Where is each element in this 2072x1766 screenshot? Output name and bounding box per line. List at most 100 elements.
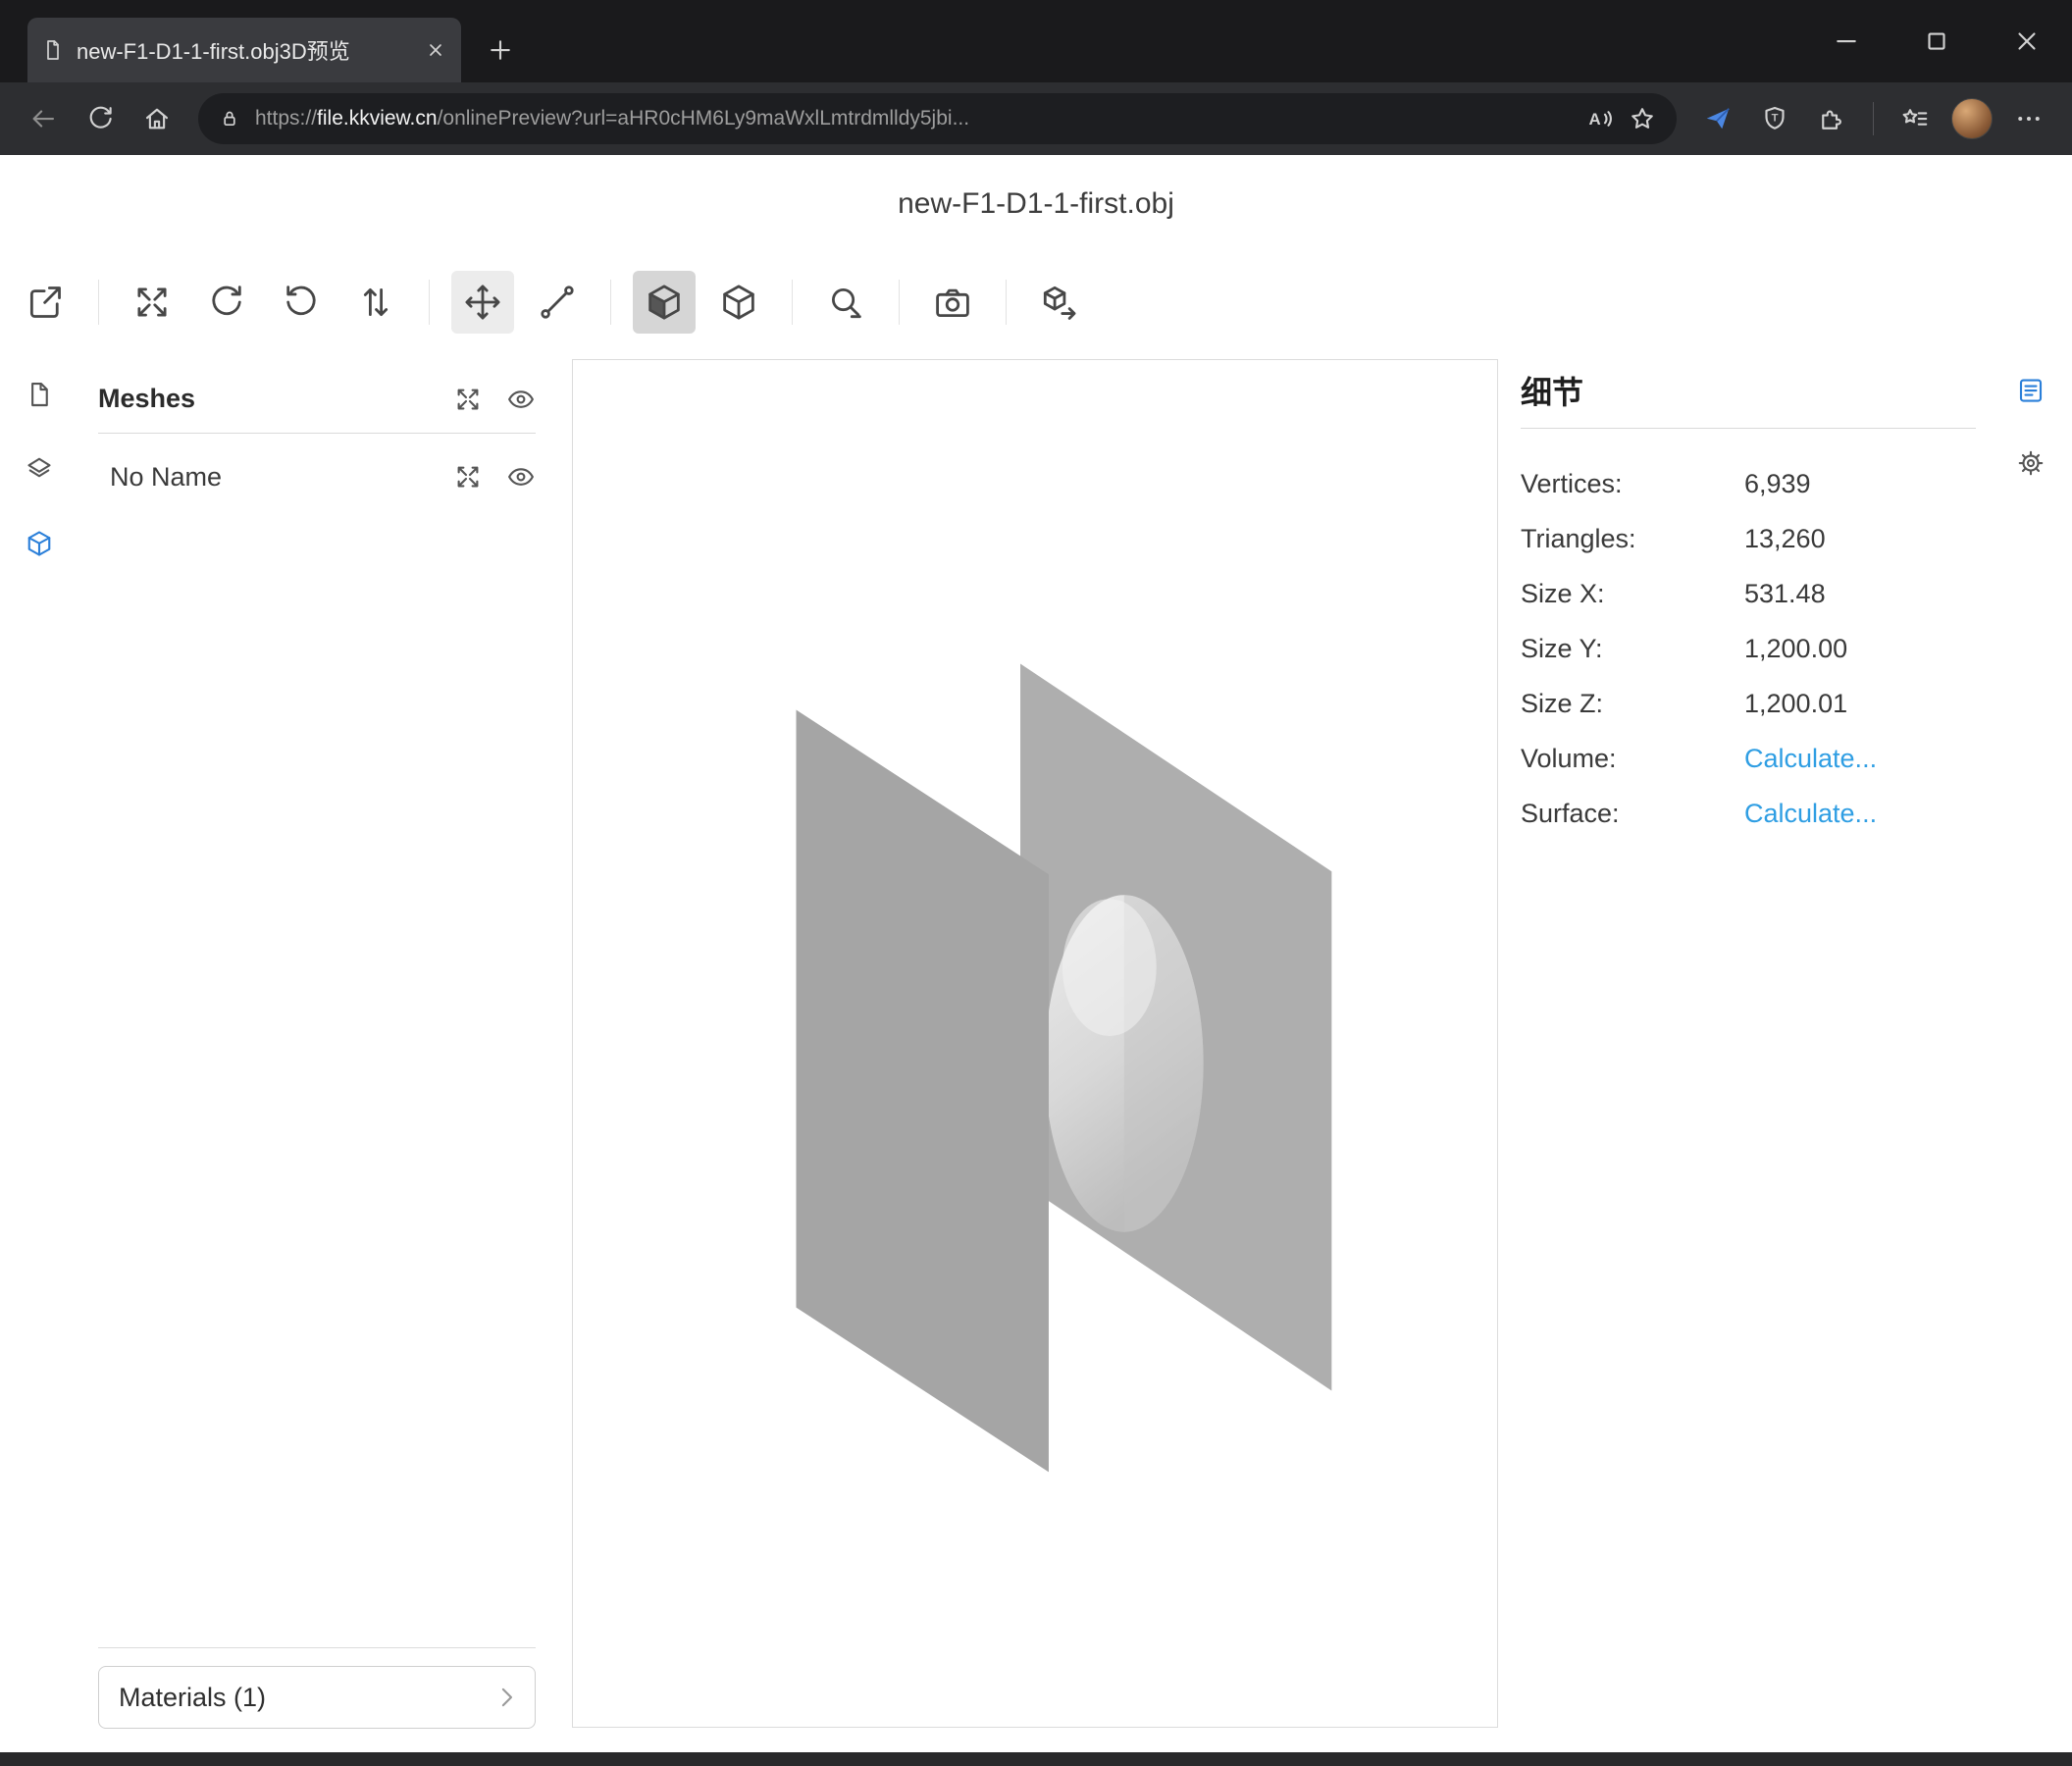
fit-all-icon[interactable] [453, 385, 483, 414]
materials-divider [98, 1647, 536, 1648]
visibility-all-icon[interactable] [506, 385, 536, 414]
flip-vertical-button[interactable] [344, 271, 407, 334]
model-viewport[interactable] [572, 359, 1498, 1728]
browser-titlebar: new-F1-D1-1-first.obj3D预览 [0, 0, 2072, 82]
extension-blue-button[interactable] [1692, 93, 1743, 144]
camera-icon [932, 282, 973, 323]
zoom-tool-button[interactable] [814, 271, 877, 334]
read-aloud-icon[interactable]: A [1584, 104, 1614, 133]
window-minimize-button[interactable] [1801, 0, 1891, 82]
refresh-button[interactable] [75, 93, 126, 144]
details-list-tab[interactable] [2005, 365, 2056, 416]
detail-value: 531.48 [1744, 579, 1826, 609]
tampermonkey-button[interactable]: T [1749, 93, 1800, 144]
calculate-surface-link[interactable]: Calculate... [1744, 799, 1877, 829]
viewer-toolbar [0, 253, 2072, 351]
minimize-icon [1832, 26, 1861, 56]
shaded-view-button[interactable] [633, 271, 696, 334]
export-model-button[interactable] [1028, 271, 1091, 334]
favorite-star-icon[interactable] [1628, 104, 1657, 133]
export-cube-icon [1039, 282, 1080, 323]
visibility-mesh-icon[interactable] [506, 462, 536, 492]
more-menu-icon [2014, 104, 2044, 133]
meshes-header: Meshes [98, 384, 195, 414]
model-tab[interactable] [12, 516, 67, 571]
cylinder-highlight [1062, 899, 1157, 1036]
fit-view-button[interactable] [121, 271, 183, 334]
detail-row-size-y: Size Y: 1,200.00 [1521, 621, 1976, 676]
magnifier-icon [825, 282, 866, 323]
detail-label: Triangles: [1521, 524, 1744, 554]
window-close-button[interactable] [1982, 0, 2072, 82]
back-icon [28, 104, 58, 133]
tampermonkey-shield-icon: T [1760, 104, 1789, 133]
detail-label: Volume: [1521, 744, 1744, 774]
materials-button-label: Materials (1) [119, 1683, 266, 1713]
rotate-right-button[interactable] [270, 271, 333, 334]
home-button[interactable] [131, 93, 182, 144]
move-tool-button[interactable] [451, 271, 514, 334]
browser-navbar: https://file.kkview.cn/onlinePreview?url… [0, 82, 2072, 155]
left-tab-strip [0, 351, 78, 571]
address-bar[interactable]: https://file.kkview.cn/onlinePreview?url… [198, 93, 1677, 144]
profile-button[interactable] [1946, 93, 1997, 144]
measure-line-icon [537, 282, 578, 323]
detail-row-triangles: Triangles: 13,260 [1521, 511, 1976, 566]
screenshot-button[interactable] [921, 271, 984, 334]
rotate-right-icon [281, 282, 322, 323]
extensions-button[interactable] [1806, 93, 1857, 144]
fit-mesh-icon[interactable] [453, 462, 483, 492]
details-header: 细节 [1521, 373, 1976, 429]
detail-value: 1,200.01 [1744, 689, 1847, 719]
favorites-hub-button[interactable] [1890, 93, 1941, 144]
detail-row-volume: Volume: Calculate... [1521, 731, 1976, 786]
calculate-volume-link[interactable]: Calculate... [1744, 744, 1877, 774]
file-info-tab[interactable] [12, 367, 67, 422]
bottom-bar [0, 1752, 2072, 1766]
svg-text:T: T [1772, 112, 1779, 124]
materials-tab[interactable] [12, 442, 67, 496]
meshes-header-row: Meshes [98, 365, 536, 434]
details-rows: Vertices: 6,939 Triangles: 13,260 Size X… [1521, 456, 1976, 841]
detail-label: Size Y: [1521, 634, 1744, 664]
browser-window: new-F1-D1-1-first.obj3D预览 [0, 0, 2072, 1766]
detail-value: 1,200.00 [1744, 634, 1847, 664]
url-text: https://file.kkview.cn/onlinePreview?url… [255, 107, 1571, 130]
detail-label: Size X: [1521, 579, 1744, 609]
avatar [1951, 98, 1993, 139]
mesh-list-item[interactable]: No Name [110, 451, 536, 502]
toolbar-separator [899, 280, 900, 325]
tab-close-icon[interactable] [424, 38, 447, 62]
materials-button[interactable]: Materials (1) [98, 1666, 536, 1729]
browser-tab[interactable]: new-F1-D1-1-first.obj3D预览 [27, 18, 461, 82]
open-model-button[interactable] [14, 271, 77, 334]
details-list-icon [2016, 376, 2046, 405]
meshes-panel: Meshes No Name Materials [78, 351, 555, 1752]
chevron-right-icon [492, 1683, 521, 1712]
rotate-left-button[interactable] [195, 271, 258, 334]
materials-section: Materials (1) [98, 1647, 536, 1729]
detail-value: 6,939 [1744, 469, 1811, 499]
detail-row-size-z: Size Z: 1,200.01 [1521, 676, 1976, 731]
detail-label: Surface: [1521, 799, 1744, 829]
plane-left [797, 709, 1049, 1472]
wireframe-cube-icon [718, 282, 759, 323]
tab-title: new-F1-D1-1-first.obj3D预览 [77, 34, 412, 66]
window-maximize-button[interactable] [1891, 0, 1982, 82]
layers-icon [25, 454, 54, 484]
svg-text:A: A [1589, 110, 1601, 129]
page-file-icon [41, 38, 65, 62]
settings-tab[interactable] [2005, 438, 2056, 489]
toolbar-separator [1006, 280, 1007, 325]
model-render [573, 360, 1497, 1727]
open-model-icon [25, 282, 66, 323]
new-tab-button[interactable] [477, 26, 524, 74]
back-button[interactable] [18, 93, 69, 144]
measure-line-button[interactable] [526, 271, 589, 334]
right-tab-strip [1990, 351, 2072, 489]
browser-menu-button[interactable] [2003, 93, 2054, 144]
wireframe-view-button[interactable] [707, 271, 770, 334]
home-icon [142, 104, 172, 133]
lock-icon[interactable] [218, 107, 241, 130]
toolbar-separator [98, 280, 99, 325]
